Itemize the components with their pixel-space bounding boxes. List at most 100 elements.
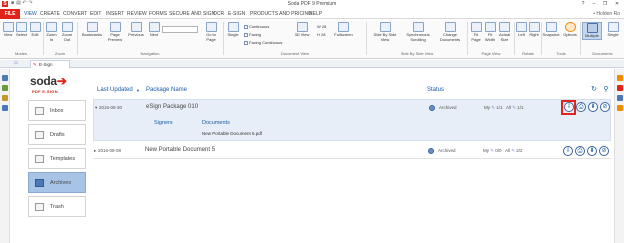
documents-link[interactable]: Documents xyxy=(202,120,230,126)
zoom-in-button[interactable]: Zoom In xyxy=(45,22,58,42)
next-button[interactable]: Next xyxy=(147,22,161,38)
nav-drafts[interactable]: Drafts xyxy=(28,124,86,145)
attachments-panel-icon[interactable] xyxy=(2,105,8,111)
multiple-documents-button[interactable]: Multiple xyxy=(582,22,602,40)
continuous-option[interactable]: Continuous xyxy=(244,24,269,29)
menu-ocr[interactable]: OCR xyxy=(213,11,224,17)
expand-toggle-icon[interactable]: ▸ xyxy=(94,148,96,154)
refresh-icon[interactable]: ↻ xyxy=(590,86,598,94)
sort-arrow-icon[interactable]: ▼ xyxy=(136,88,140,93)
pages-panel-icon[interactable] xyxy=(2,75,8,81)
edit-mode-button[interactable]: Edit xyxy=(29,22,41,38)
facing-option[interactable]: Facing xyxy=(244,32,261,37)
group-label-page-view: Page View xyxy=(481,51,501,56)
export-button[interactable]: ⬇ xyxy=(587,146,597,156)
single-document-icon xyxy=(607,22,619,32)
maximize-button[interactable]: ❐ xyxy=(600,0,610,8)
change-documents-button[interactable]: Change Documents xyxy=(436,22,464,42)
soda-logo: soda➔ xyxy=(30,74,67,88)
view-mode-button[interactable]: View xyxy=(2,22,14,38)
download-button[interactable]: ⇩ xyxy=(563,146,573,156)
menu-products-and-pricing[interactable]: PRODUCTS AND PRICING xyxy=(250,11,312,17)
table-row[interactable]: ▸ 2016-08-08 New Portable Document 5 Arc… xyxy=(93,143,611,159)
zoom-out-icon xyxy=(61,22,73,32)
zoom-out-button[interactable]: Zoom Out xyxy=(60,22,74,42)
minimize-button[interactable]: – xyxy=(589,0,599,8)
menu-edit[interactable]: EDIT xyxy=(90,11,101,17)
print-button[interactable]: ⎙ xyxy=(576,102,586,112)
export-button[interactable]: ⬇ xyxy=(588,102,598,112)
comments-panel-icon[interactable] xyxy=(617,85,623,91)
menu-e-sign[interactable]: E-SIGN xyxy=(228,11,245,17)
menu-secure-and-sign[interactable]: SECURE AND SIGN xyxy=(169,11,215,17)
synchronous-scrolling-button[interactable]: Synchronous Scrolling xyxy=(402,22,434,42)
fullscreen-button[interactable]: Fullscreen xyxy=(333,22,354,38)
highlight-box xyxy=(561,100,576,115)
previous-button[interactable]: Previous xyxy=(126,22,146,38)
rotate-left-button[interactable]: Left xyxy=(516,22,527,38)
row-date: 2016-08-30 xyxy=(99,105,123,110)
go-to-page-button[interactable]: Go to Page xyxy=(203,22,219,42)
search-icon[interactable]: ⚲ xyxy=(602,86,610,94)
close-button[interactable]: ✕ xyxy=(612,0,622,8)
column-last-updated[interactable]: Last Updated xyxy=(97,87,133,93)
hand-icon xyxy=(2,22,14,32)
nav-inbox[interactable]: Inbox xyxy=(28,100,86,121)
tools-panel-icon[interactable] xyxy=(617,105,623,111)
signatures-panel-icon[interactable] xyxy=(617,95,623,101)
single-document-button[interactable]: Single xyxy=(604,22,622,38)
bookmarks-panel-icon[interactable] xyxy=(2,85,8,91)
nav-archives[interactable]: Archives xyxy=(28,172,86,193)
rotate-right-icon xyxy=(528,22,540,32)
continuous-checkbox-icon xyxy=(244,24,248,29)
group-label-tools: Tools xyxy=(556,51,566,56)
page-preview-icon xyxy=(109,22,121,32)
actual-size-button[interactable]: Actual Size xyxy=(498,22,511,42)
page-preview-button[interactable]: Page Preview xyxy=(106,22,124,42)
menu-create[interactable]: CREATE xyxy=(40,11,60,17)
options-button[interactable]: Options xyxy=(562,22,578,38)
nav-trash[interactable]: Trash xyxy=(28,196,86,217)
menu-view[interactable]: VIEW xyxy=(24,11,37,17)
tab-e-sign-manager[interactable]: ✎ E-Sign Manager xyxy=(30,60,70,74)
fit-page-button[interactable]: Fit Page xyxy=(470,22,482,42)
home-icon[interactable]: ⌂ xyxy=(14,60,18,66)
bookmark-icon xyxy=(86,22,98,32)
rotate-right-button[interactable]: Right xyxy=(528,22,540,38)
collapse-toggle-icon[interactable]: ▾ xyxy=(95,105,97,111)
properties-panel-icon[interactable] xyxy=(617,75,623,81)
menu-review[interactable]: REVIEW xyxy=(127,11,147,17)
3d-view-icon xyxy=(296,22,308,32)
user-name[interactable]: • Holden Ro xyxy=(593,11,620,17)
menu-forms[interactable]: FORMS xyxy=(149,11,167,17)
delete-button[interactable]: ⊘ xyxy=(600,102,610,112)
layers-panel-icon[interactable] xyxy=(2,95,8,101)
page-number-input[interactable] xyxy=(162,26,198,33)
menu-help[interactable]: HELP xyxy=(309,11,322,17)
side-by-side-view-button[interactable]: Side By Side View xyxy=(370,22,400,42)
inbox-icon xyxy=(35,107,44,115)
menu-file[interactable]: FILE xyxy=(0,9,20,19)
fit-width-button[interactable]: Fit Width xyxy=(484,22,496,42)
print-button[interactable]: ⎙ xyxy=(575,146,585,156)
column-package-name[interactable]: Package Name xyxy=(146,87,187,93)
bookmarks-button[interactable]: Bookmarks xyxy=(80,22,104,38)
table-row[interactable]: ▾ 2016-08-30 eSign Package 010 Archived … xyxy=(93,99,611,141)
help-button[interactable]: ? xyxy=(578,0,588,8)
facing-continuous-option[interactable]: Facing Continuous xyxy=(244,40,282,45)
single-page-button[interactable]: Single xyxy=(225,22,241,38)
package-name[interactable]: eSign Package 010 xyxy=(146,104,198,110)
menu-insert[interactable]: INSERT xyxy=(106,11,124,17)
document-file-name[interactable]: New Portable Document 6.pdf xyxy=(202,131,262,136)
snapshot-button[interactable]: Snapshot xyxy=(542,22,560,38)
column-status[interactable]: Status xyxy=(427,87,444,93)
delete-button[interactable]: ⊘ xyxy=(599,146,609,156)
3d-view-button[interactable]: 3D View xyxy=(294,22,310,38)
menu-convert[interactable]: CONVERT xyxy=(63,11,87,17)
signers-link[interactable]: Signers xyxy=(154,120,173,126)
nav-templates[interactable]: Templates xyxy=(28,148,86,169)
drafts-icon xyxy=(35,131,44,139)
fit-width-icon xyxy=(484,22,496,32)
select-mode-button[interactable]: Select xyxy=(15,22,28,38)
package-name[interactable]: New Portable Document 5 xyxy=(145,147,215,153)
